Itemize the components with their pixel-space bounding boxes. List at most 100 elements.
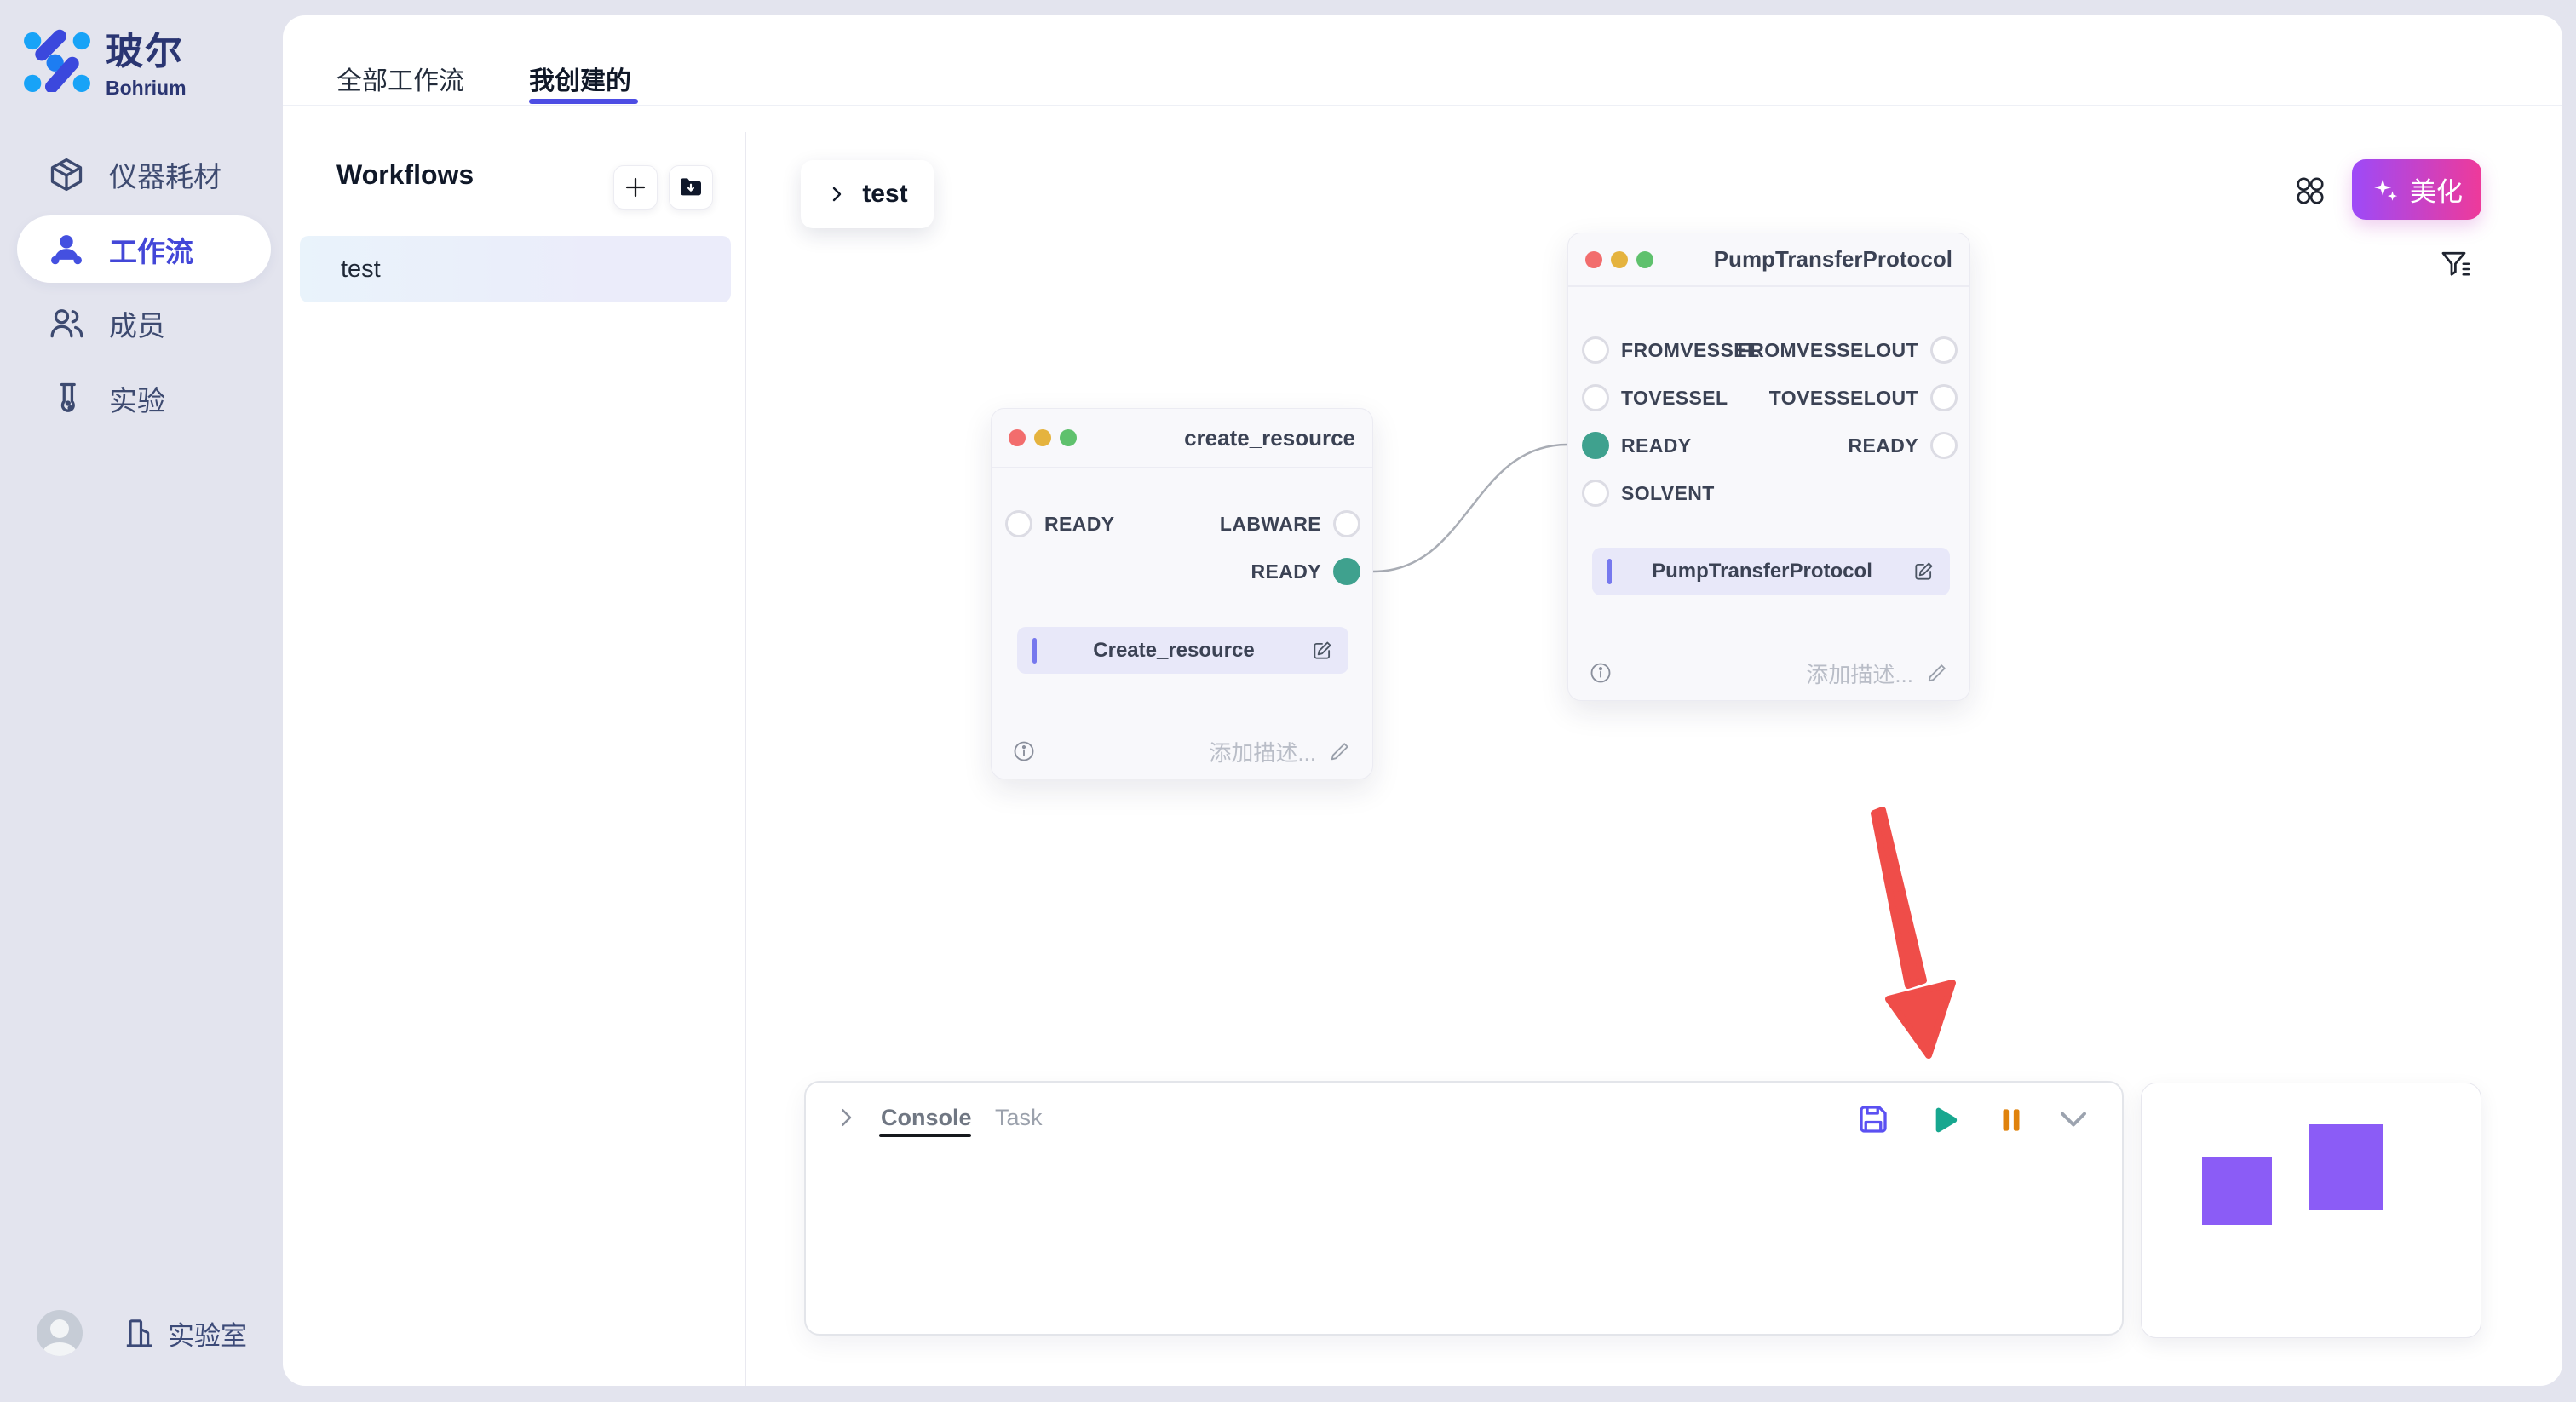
- sidebar-item-instruments[interactable]: 仪器耗材: [0, 141, 283, 209]
- command-icon[interactable]: [2294, 175, 2326, 207]
- description-placeholder: 添加描述...: [1806, 658, 1913, 689]
- node-pump-transfer-protocol[interactable]: PumpTransferProtocol FROMVESSEL TOVESSEL…: [1567, 233, 1970, 701]
- input-port-tovessel[interactable]: TOVESSEL: [1582, 384, 1728, 411]
- import-folder-button[interactable]: [669, 165, 713, 210]
- node-create-resource[interactable]: create_resource READY LABWARE READY Crea…: [991, 408, 1373, 779]
- active-tab-underline: [529, 99, 638, 104]
- sidebar-item-experiments[interactable]: 实验: [0, 365, 283, 433]
- port-label: READY: [1848, 434, 1918, 457]
- node-title: create_resource: [1184, 425, 1355, 451]
- description-field[interactable]: 添加描述...: [1806, 658, 1949, 689]
- node-header: PumpTransferProtocol: [1568, 233, 1969, 287]
- port-dot[interactable]: [1930, 384, 1958, 411]
- output-port-fromvesselout[interactable]: FROMVESSELOUT: [1738, 336, 1958, 364]
- port-label: READY: [1621, 434, 1692, 457]
- input-port-fromvessel[interactable]: FROMVESSEL: [1582, 336, 1759, 364]
- node-action-label: Create_resource: [1037, 639, 1311, 663]
- main-content-card: 全部工作流 我创建的 Workflows test test: [283, 15, 2562, 1386]
- workflows-panel-title: Workflows: [336, 159, 474, 191]
- port-dot[interactable]: [1582, 384, 1609, 411]
- description-field[interactable]: 添加描述...: [1209, 736, 1352, 767]
- brand-logo: 玻尔 Bohrium: [24, 20, 187, 100]
- pencil-icon: [1925, 661, 1949, 685]
- brand-name-cn: 玻尔: [106, 20, 187, 75]
- chevron-right-icon: [826, 184, 847, 204]
- workflow-list-item[interactable]: test: [300, 236, 731, 302]
- workflows-panel: Workflows test: [283, 106, 745, 1386]
- sidebar-item-label: 工作流: [109, 229, 193, 270]
- node-title: PumpTransferProtocol: [1714, 246, 1952, 273]
- breadcrumb-label: test: [862, 180, 907, 209]
- sidebar-item-label: 仪器耗材: [109, 154, 221, 195]
- output-port-ready[interactable]: READY: [1251, 558, 1360, 585]
- port-dot[interactable]: [1930, 432, 1958, 459]
- node-action-pill[interactable]: PumpTransferProtocol: [1592, 548, 1950, 595]
- port-dot-connected[interactable]: [1333, 558, 1360, 585]
- expand-chevron-icon[interactable]: [833, 1105, 859, 1130]
- edit-icon[interactable]: [1912, 560, 1935, 583]
- console-tab[interactable]: Console: [881, 1105, 972, 1131]
- traffic-dot-green[interactable]: [1636, 251, 1653, 268]
- input-port-ready[interactable]: READY: [1005, 510, 1115, 537]
- beautify-button[interactable]: 美化: [2352, 159, 2481, 220]
- sidebar-item-members[interactable]: 成员: [0, 290, 283, 358]
- workflow-tabbar: 全部工作流 我创建的: [283, 15, 2562, 106]
- output-port-ready[interactable]: READY: [1848, 432, 1958, 459]
- info-icon[interactable]: [1589, 661, 1613, 685]
- minimap[interactable]: [2141, 1083, 2481, 1338]
- workflow-canvas[interactable]: test 美化 create_reso: [745, 106, 2562, 1386]
- sparkles-icon: [2371, 175, 2400, 204]
- traffic-dot-red[interactable]: [1009, 429, 1026, 446]
- output-port-tovesselout[interactable]: TOVESSELOUT: [1769, 384, 1958, 411]
- beautify-label: 美化: [2410, 170, 2463, 209]
- port-label: FROMVESSELOUT: [1738, 339, 1918, 362]
- building-icon: [122, 1316, 156, 1350]
- save-icon[interactable]: [1855, 1101, 1891, 1137]
- traffic-dot-green[interactable]: [1060, 429, 1077, 446]
- sidebar-item-workflow[interactable]: 工作流: [17, 215, 271, 283]
- task-tab[interactable]: Task: [995, 1105, 1043, 1131]
- traffic-dot-yellow[interactable]: [1034, 429, 1051, 446]
- description-placeholder: 添加描述...: [1209, 736, 1316, 767]
- workflow-group-icon: [48, 231, 85, 268]
- port-label: TOVESSEL: [1621, 387, 1728, 410]
- port-label: READY: [1044, 513, 1115, 536]
- filter-icon[interactable]: [2439, 248, 2473, 282]
- add-workflow-button[interactable]: [613, 165, 658, 210]
- collapse-chevron-icon[interactable]: [2056, 1108, 2090, 1130]
- port-dot[interactable]: [1333, 510, 1360, 537]
- input-port-ready[interactable]: READY: [1582, 432, 1692, 459]
- user-avatar[interactable]: [37, 1310, 83, 1356]
- run-icon[interactable]: [1923, 1101, 1961, 1139]
- traffic-dot-yellow[interactable]: [1611, 251, 1628, 268]
- port-dot[interactable]: [1930, 336, 1958, 364]
- edit-icon[interactable]: [1311, 640, 1333, 662]
- breadcrumb-test-chip[interactable]: test: [801, 160, 934, 228]
- traffic-dot-red[interactable]: [1585, 251, 1602, 268]
- node-action-label: PumpTransferProtocol: [1612, 560, 1912, 583]
- output-port-labware[interactable]: LABWARE: [1220, 510, 1360, 537]
- input-port-solvent[interactable]: SOLVENT: [1582, 480, 1715, 507]
- info-icon[interactable]: [1012, 739, 1036, 763]
- console-tab-underline: [879, 1134, 971, 1137]
- lab-selector[interactable]: 实验室: [122, 1314, 247, 1353]
- port-label: LABWARE: [1220, 513, 1321, 536]
- tab-all-workflows[interactable]: 全部工作流: [336, 60, 464, 97]
- port-label: SOLVENT: [1621, 482, 1715, 505]
- port-dot-connected[interactable]: [1582, 432, 1609, 459]
- port-dot[interactable]: [1582, 480, 1609, 507]
- sidebar-item-label: 实验: [109, 378, 165, 419]
- minimap-node-create-resource: [2202, 1157, 2272, 1225]
- pause-icon[interactable]: [1995, 1103, 2027, 1137]
- sidebar: 玻尔 Bohrium 仪器耗材 工作流: [0, 0, 283, 1402]
- traffic-dots: [1585, 251, 1653, 268]
- port-dot[interactable]: [1582, 336, 1609, 364]
- traffic-dots: [1009, 429, 1077, 446]
- minimap-node-pump-transfer: [2309, 1124, 2383, 1210]
- pencil-icon: [1328, 739, 1352, 763]
- tab-created-by-me[interactable]: 我创建的: [529, 60, 631, 97]
- node-action-pill[interactable]: Create_resource: [1017, 627, 1348, 674]
- bohrium-logo-icon: [24, 29, 90, 92]
- port-dot[interactable]: [1005, 510, 1032, 537]
- sidebar-nav: 仪器耗材 工作流 成员 实验: [0, 141, 283, 440]
